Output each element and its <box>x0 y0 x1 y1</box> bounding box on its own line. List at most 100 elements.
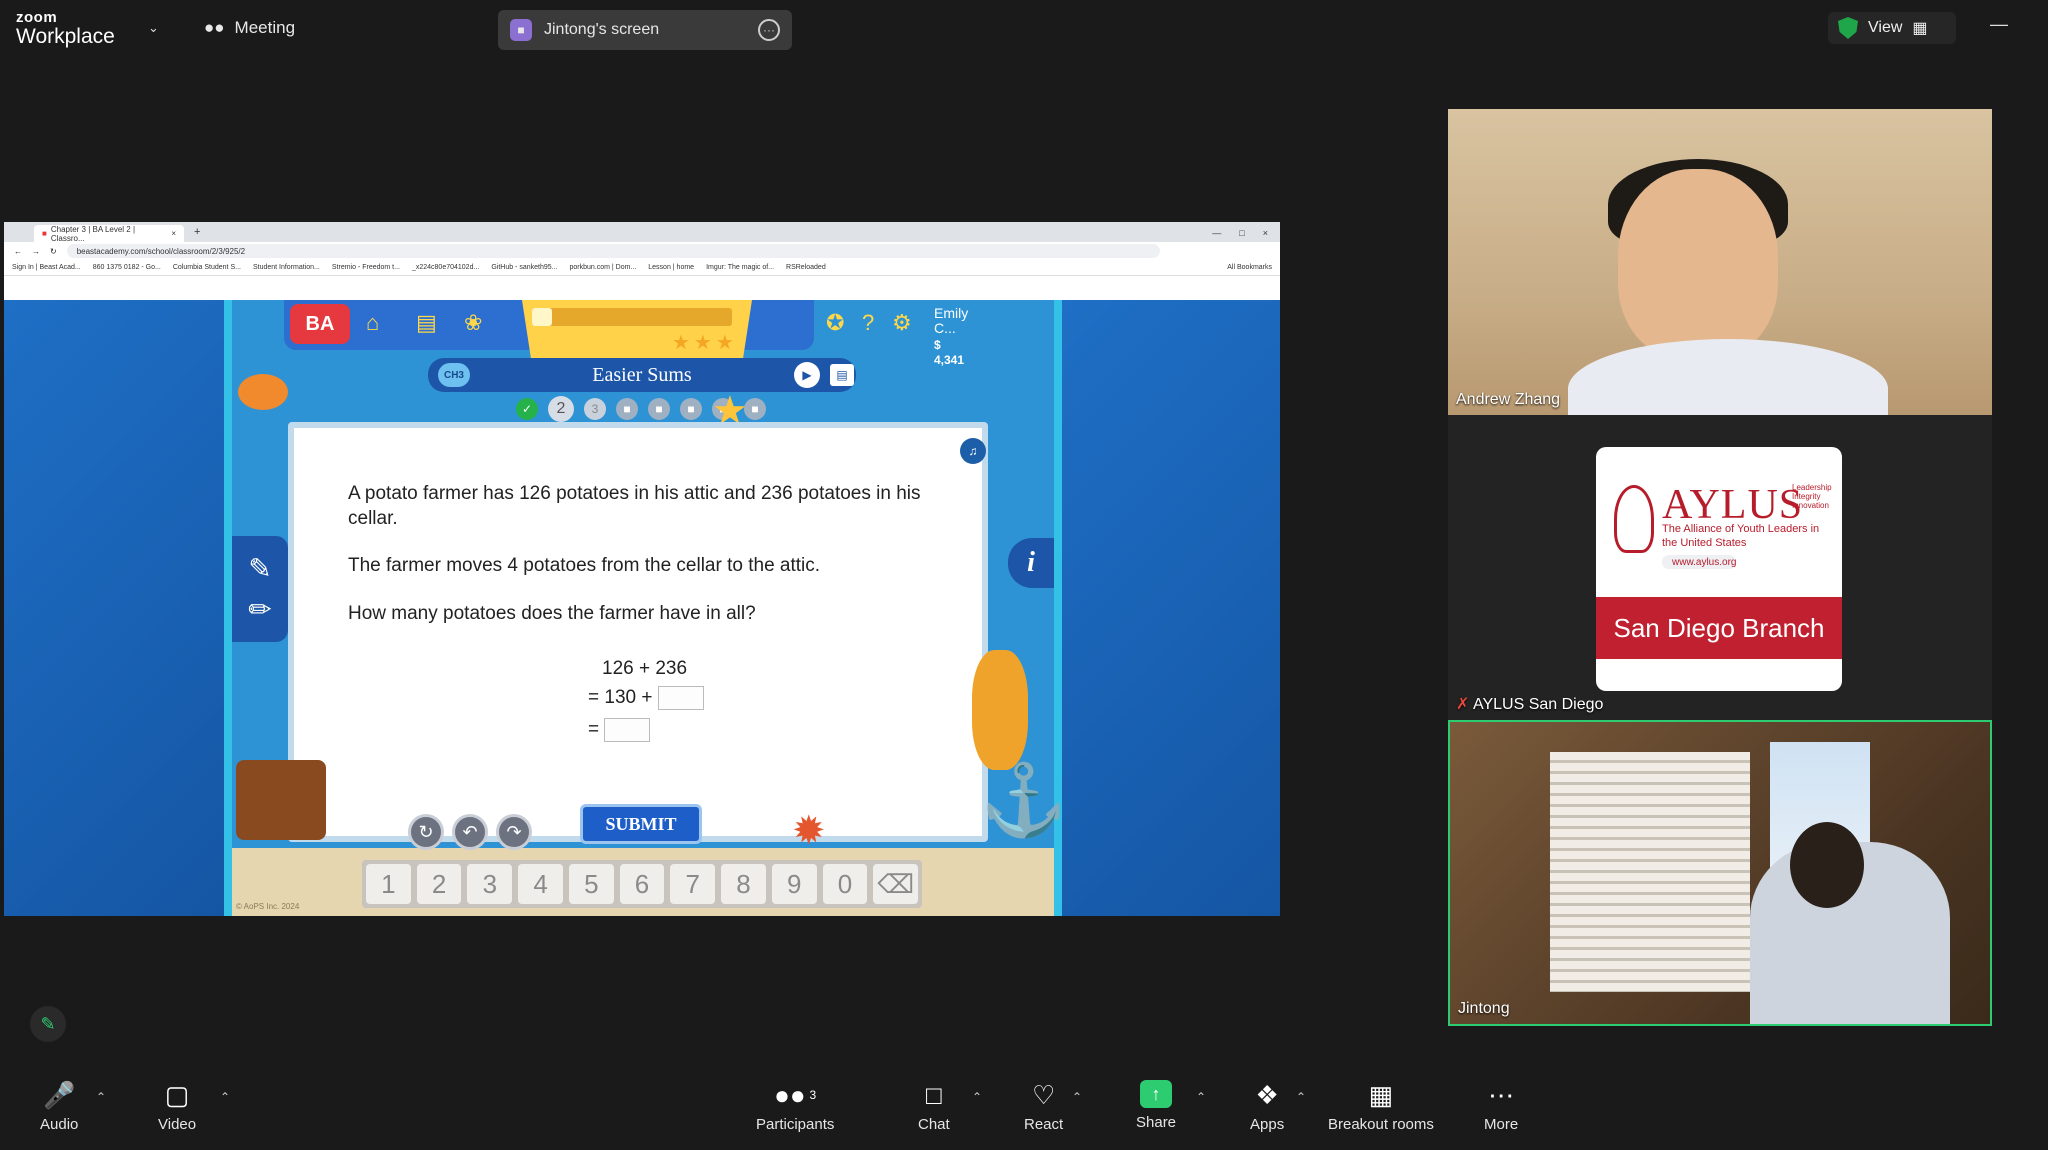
audio-button[interactable]: 🎤 Audio <box>40 1080 78 1133</box>
key-4[interactable]: 4 <box>518 864 563 904</box>
video-tile[interactable]: AYLUS Leadership Integrity Innovation Th… <box>1448 415 1992 720</box>
key-3[interactable]: 3 <box>467 864 513 904</box>
pencil-icon[interactable]: ✎ <box>248 552 271 585</box>
tab-title: Chapter 3 | BA Level 2 | Classro... <box>50 224 136 243</box>
back-icon[interactable]: ← <box>14 247 22 256</box>
bookmark-item[interactable]: Imgur: The magic of... <box>706 264 774 271</box>
meeting-menu[interactable]: ●● Meeting <box>204 18 295 38</box>
redo-icon[interactable]: ↷ <box>496 814 532 850</box>
home-icon[interactable]: ⌂ <box>366 310 379 336</box>
bookmark-item[interactable]: Student Information... <box>253 264 320 271</box>
key-6[interactable]: 6 <box>619 864 665 904</box>
eraser-icon[interactable]: ✏ <box>248 593 271 626</box>
screen-share-indicator[interactable]: ■ Jintong's screen ··· <box>498 10 792 50</box>
browser-tab[interactable]: ■ Chapter 3 | BA Level 2 | Classro... × <box>34 224 184 243</box>
chevron-up-icon[interactable]: ⌃ <box>972 1090 982 1104</box>
new-tab-icon[interactable]: + <box>194 226 200 238</box>
chat-label: Chat <box>918 1116 950 1133</box>
chevron-up-icon[interactable]: ⌃ <box>1296 1090 1306 1104</box>
backspace-icon[interactable]: ⌫ <box>873 864 919 904</box>
bookmark-item[interactable]: GitHub - sanketh95... <box>491 264 557 271</box>
step-complete[interactable]: ✓ <box>516 398 538 420</box>
copyright: © AoPS Inc. 2024 <box>236 902 300 911</box>
participants-button[interactable]: ●● 3 Participants <box>756 1080 834 1133</box>
answer-input[interactable] <box>657 686 704 710</box>
answer-input[interactable] <box>604 718 651 742</box>
chevron-down-icon[interactable]: ⌄ <box>148 20 159 36</box>
video-tile-active-speaker[interactable]: Jintong <box>1448 720 1992 1026</box>
window-controls: — □ × <box>1200 228 1280 242</box>
chevron-up-icon[interactable]: ⌃ <box>1072 1090 1082 1104</box>
step-current[interactable]: 2 <box>548 396 574 422</box>
bookmark-item[interactable]: Sign In | Beast Acad... <box>12 264 81 271</box>
url-field[interactable]: beastacademy.com/school/classroom/2/3/92… <box>66 244 1160 258</box>
bookmark-item[interactable]: RSReloaded <box>786 264 826 271</box>
breakout-rooms-button[interactable]: ▦ Breakout rooms <box>1328 1080 1434 1133</box>
game-stage: BA ⌂ ▤ ❀ ✪ ? ⚙ Emily C... $ 4,341 ★★★ CH… <box>232 300 1067 916</box>
speaker-icon[interactable]: ♫ <box>960 438 986 464</box>
play-icon[interactable]: ▶ <box>794 362 820 388</box>
bookmark-item[interactable]: _x224c80e704102d... <box>412 264 479 271</box>
info-icon[interactable]: i <box>1008 538 1054 588</box>
game-area: BA ⌂ ▤ ❀ ✪ ? ⚙ Emily C... $ 4,341 ★★★ CH… <box>4 300 1280 916</box>
chevron-up-icon[interactable]: ⌃ <box>1196 1090 1206 1104</box>
participant-name: Jintong <box>1458 1000 1510 1017</box>
award-icon[interactable]: ✪ <box>826 310 844 336</box>
bookmark-item[interactable]: 860 1375 0182 - Go... <box>93 264 161 271</box>
shared-screen[interactable]: ■ Chapter 3 | BA Level 2 | Classro... × … <box>4 222 1280 916</box>
submit-button[interactable]: SUBMIT <box>580 804 702 844</box>
help-icon[interactable]: ? <box>862 310 874 336</box>
key-1[interactable]: 1 <box>366 864 411 904</box>
settings-icon[interactable]: ⚙ <box>892 310 912 336</box>
reload-icon[interactable]: ↻ <box>50 247 57 256</box>
zoom-logo[interactable]: zoom Workplace <box>16 10 115 47</box>
progress-bar <box>532 308 732 326</box>
minimize-button[interactable]: — <box>1990 14 2008 35</box>
video-off-icon: ▢ <box>164 1080 190 1110</box>
key-9[interactable]: 9 <box>771 864 817 904</box>
bookmark-item[interactable]: porkbun.com | Dom... <box>569 264 636 271</box>
progress-panel: ★★★ <box>522 300 752 360</box>
apps-button[interactable]: ❖ Apps <box>1250 1080 1284 1133</box>
annotate-pen-icon[interactable]: ✎ <box>30 1006 66 1042</box>
view-button[interactable]: View ▦ <box>1828 12 1956 44</box>
ba-logo[interactable]: BA <box>290 304 350 344</box>
minimize-icon[interactable]: — <box>1212 228 1221 238</box>
more-button[interactable]: ⋯ More <box>1484 1080 1518 1133</box>
bookmark-item[interactable]: Lesson | home <box>648 264 694 271</box>
react-button[interactable]: ♡ React <box>1024 1080 1063 1133</box>
reset-icon[interactable]: ↻ <box>408 814 444 850</box>
step-next[interactable]: 3 <box>584 398 606 420</box>
key-7[interactable]: 7 <box>670 864 716 904</box>
key-8[interactable]: 8 <box>721 864 766 904</box>
book-icon[interactable]: ▤ <box>416 310 437 336</box>
tools-panel: ✎ ✏ <box>232 536 288 642</box>
progress-fill <box>532 308 552 326</box>
more-options-icon[interactable]: ··· <box>758 19 780 41</box>
equation-line: = 130 + <box>588 687 653 709</box>
undo-icon[interactable]: ↶ <box>452 814 488 850</box>
video-button[interactable]: ▢ Video <box>158 1080 196 1133</box>
chevron-up-icon[interactable]: ⌃ <box>96 1090 106 1104</box>
video-tile[interactable]: Andrew Zhang <box>1448 109 1992 415</box>
key-0[interactable]: 0 <box>822 864 868 904</box>
chat-button[interactable]: □ Chat <box>918 1080 950 1133</box>
url-text: beastacademy.com/school/classroom/2/3/92… <box>76 246 246 256</box>
share-button[interactable]: ↑ Share <box>1136 1080 1176 1131</box>
background-pattern <box>1062 300 1280 916</box>
key-5[interactable]: 5 <box>568 864 614 904</box>
restore-icon[interactable]: □ <box>1239 228 1244 238</box>
all-bookmarks[interactable]: All Bookmarks <box>1227 264 1272 271</box>
forward-icon[interactable]: → <box>32 247 40 256</box>
user-info[interactable]: Emily C... $ 4,341 <box>934 305 968 368</box>
close-window-icon[interactable]: × <box>1263 228 1268 238</box>
bookmark-item[interactable]: Columbia Student S... <box>173 264 241 271</box>
guide-book-icon[interactable]: ▤ <box>830 364 854 386</box>
close-icon[interactable]: × <box>171 229 176 238</box>
key-2[interactable]: 2 <box>416 864 462 904</box>
chevron-up-icon[interactable]: ⌃ <box>220 1090 230 1104</box>
monster-icon[interactable]: ❀ <box>464 310 482 336</box>
grid-icon: ▦ <box>1912 20 1928 37</box>
bookmark-item[interactable]: Stremio - Freedom t... <box>332 264 400 271</box>
bookmarks-bar: Sign In | Beast Acad... 860 1375 0182 - … <box>4 260 1280 276</box>
